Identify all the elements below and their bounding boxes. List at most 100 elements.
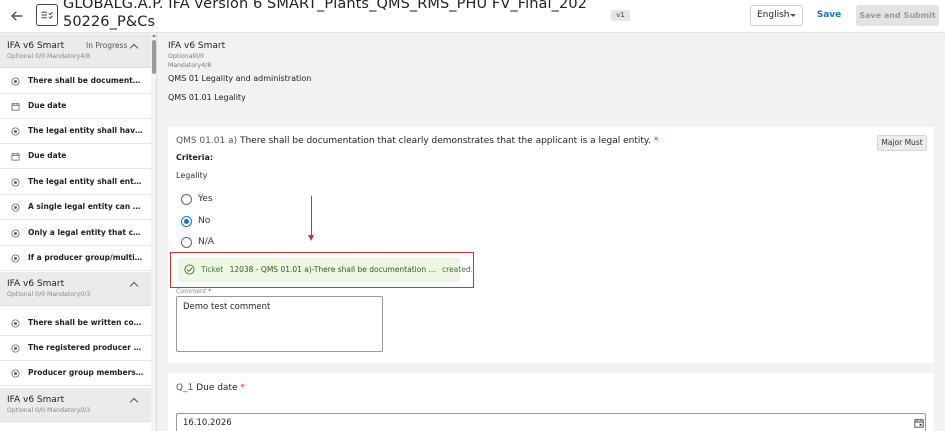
outline-toggle-button[interactable] <box>36 4 58 26</box>
section-title: IFA v6 Smart <box>7 279 65 289</box>
radio-target-icon <box>11 319 20 328</box>
sidebar-item-label: There shall be documentatio... <box>28 76 144 85</box>
question-text: Due date <box>196 383 238 393</box>
checklist-title: IFA v6 Smart <box>168 41 226 51</box>
section-heading: QMS 01 Legality and administration <box>168 74 312 83</box>
sidebar-item-label: Only a legal entity that can b... <box>28 228 144 237</box>
sidebar-section-header[interactable]: IFA v6 Smart Optional 0/0 Mandatory0/3 <box>0 272 151 306</box>
radio-button[interactable] <box>181 194 192 205</box>
radio-target-icon <box>11 254 20 263</box>
due-date-card: Q_1 Due date * 16.10.2026 <box>168 373 934 431</box>
ticket-created-toast: Ticket 12038 - QMS 01.01 a)-There shall … <box>178 258 473 282</box>
subsection-heading: QMS 01.01 Legality <box>168 93 246 102</box>
sidebar-item-label: The legal entity shall have be... <box>28 126 144 135</box>
radio-target-icon <box>11 127 20 136</box>
sidebar-item-label: The legal entity shall enter in... <box>28 177 144 186</box>
section-progress: Optional 0/0 Mandatory0/3 <box>7 291 91 298</box>
comment-textarea[interactable]: Demo test comment <box>176 296 383 352</box>
sidebar-question-item[interactable]: If a producer group/multisite... <box>0 246 151 271</box>
section-progress: Optional 0/0 Mandatory0/3 <box>7 407 91 414</box>
question-card: QMS 01.01 a) There shall be documentatio… <box>168 127 934 363</box>
criteria-label: Criteria: <box>176 153 214 162</box>
question-heading: QMS 01.01 a) There shall be documentatio… <box>176 136 658 146</box>
ticket-link[interactable]: 12038 - QMS 01.01 a)-There shall be docu… <box>230 265 436 274</box>
section-status: In Progress <box>86 41 128 50</box>
save-and-submit-button[interactable]: Save and Submit <box>856 5 939 26</box>
sidebar-question-item[interactable]: Producer group members ar... <box>0 361 151 386</box>
sidebar-question-item[interactable]: Due date <box>0 94 151 119</box>
toast-message: Ticket 12038 - QMS 01.01 a)-There shall … <box>201 265 473 274</box>
question-code: QMS 01.01 a) <box>176 136 238 146</box>
sidebar-section-header[interactable]: IFA v6 Smart Optional 0/0 Mandatory0/3 <box>0 388 151 422</box>
comment-label-text: Comment <box>176 288 207 295</box>
sidebar-item-label: Producer group members ar... <box>28 368 144 377</box>
question-heading: Q_1 Due date * <box>176 383 245 393</box>
due-date-value: 16.10.2026 <box>183 418 232 428</box>
sidebar-item-label: Due date <box>28 151 67 160</box>
chevron-up-icon[interactable] <box>129 43 139 53</box>
sidebar-item-label: Due date <box>28 101 67 110</box>
chevron-up-icon[interactable] <box>129 397 139 407</box>
save-button[interactable]: Save <box>812 5 846 26</box>
top-bar: GLOBALG.A.P. IFA version 6 SMART_Plants_… <box>0 0 945 33</box>
calendar-icon <box>11 152 20 161</box>
radio-target-icon <box>11 229 20 238</box>
section-progress: Optional 0/0 Mandatory4/8 <box>7 53 91 60</box>
sidebar-question-item[interactable]: The legal entity shall have be... <box>0 119 151 144</box>
sidebar-question-item[interactable]: There shall be written contra... <box>0 311 151 336</box>
caret-down-icon <box>790 14 796 17</box>
main-content: IFA v6 Smart Optional0/0 Mandatory4/8 QM… <box>158 34 945 431</box>
annotation-arrow <box>311 196 312 237</box>
sidebar: IFA v6 Smart In Progress Optional 0/0 Ma… <box>0 34 157 431</box>
radio-target-icon <box>11 77 20 86</box>
radio-button-selected[interactable] <box>181 216 192 227</box>
sidebar-question-item[interactable]: The legal entity shall enter in... <box>0 170 151 195</box>
criteria-value: Legality <box>176 171 208 180</box>
toast-prefix: Ticket <box>201 265 224 274</box>
question-text: There shall be documentation that clearl… <box>239 136 651 146</box>
sidebar-section-header[interactable]: IFA v6 Smart In Progress Optional 0/0 Ma… <box>0 34 151 68</box>
radio-target-icon <box>11 369 20 378</box>
due-date-input[interactable]: 16.10.2026 <box>176 413 926 431</box>
radio-button[interactable] <box>181 237 192 248</box>
sidebar-item-label: If a producer group/multisite... <box>28 253 144 262</box>
annotation-arrow-head <box>308 235 314 241</box>
radio-target-icon <box>11 203 20 212</box>
section-title: IFA v6 Smart <box>7 395 65 405</box>
question-code: Q_1 <box>176 383 194 393</box>
required-marker: * <box>208 288 212 295</box>
checklist-icon <box>41 11 53 19</box>
radio-label: Yes <box>198 194 213 204</box>
sidebar-item-label: A single legal entity can only ... <box>28 202 144 211</box>
chevron-up-icon[interactable] <box>129 281 139 291</box>
version-badge: v1 <box>611 10 630 21</box>
calendar-icon <box>11 102 20 111</box>
sidebar-question-item[interactable]: Due date <box>0 144 151 169</box>
radio-target-icon <box>11 178 20 187</box>
major-must-badge: Major Must <box>877 135 927 151</box>
sidebar-question-item[interactable]: Only a legal entity that can b... <box>0 221 151 246</box>
radio-label: No <box>198 216 211 226</box>
calendar-icon[interactable] <box>914 418 924 428</box>
section-title: IFA v6 Smart <box>7 41 65 51</box>
sidebar-question-item[interactable]: There shall be documentatio... <box>0 69 151 94</box>
scrollbar-thumb[interactable] <box>152 40 156 74</box>
sidebar-item-label: The registered producer gro... <box>28 343 144 352</box>
check-circle-icon <box>184 264 195 275</box>
toast-suffix: created. <box>442 265 473 274</box>
optional-count: Optional0/0 <box>168 53 205 60</box>
annotation-highlight-box: Ticket 12038 - QMS 01.01 a)-There shall … <box>170 252 474 288</box>
sidebar-scrollbar[interactable] <box>151 34 156 431</box>
language-select[interactable]: English <box>750 5 803 26</box>
required-marker: * <box>653 136 659 146</box>
back-arrow-icon[interactable] <box>9 8 25 24</box>
comment-label: Comment * <box>176 288 214 295</box>
scroll-up-arrow-icon[interactable] <box>152 34 156 37</box>
language-value: English <box>757 10 790 20</box>
radio-target-icon <box>11 344 20 353</box>
sidebar-item-label: There shall be written contra... <box>28 318 144 327</box>
sidebar-question-item[interactable]: The registered producer gro... <box>0 336 151 361</box>
sidebar-question-item[interactable]: A single legal entity can only ... <box>0 195 151 220</box>
required-marker: * <box>240 383 245 393</box>
page-title: GLOBALG.A.P. IFA version 6 SMART_Plants_… <box>63 0 587 30</box>
